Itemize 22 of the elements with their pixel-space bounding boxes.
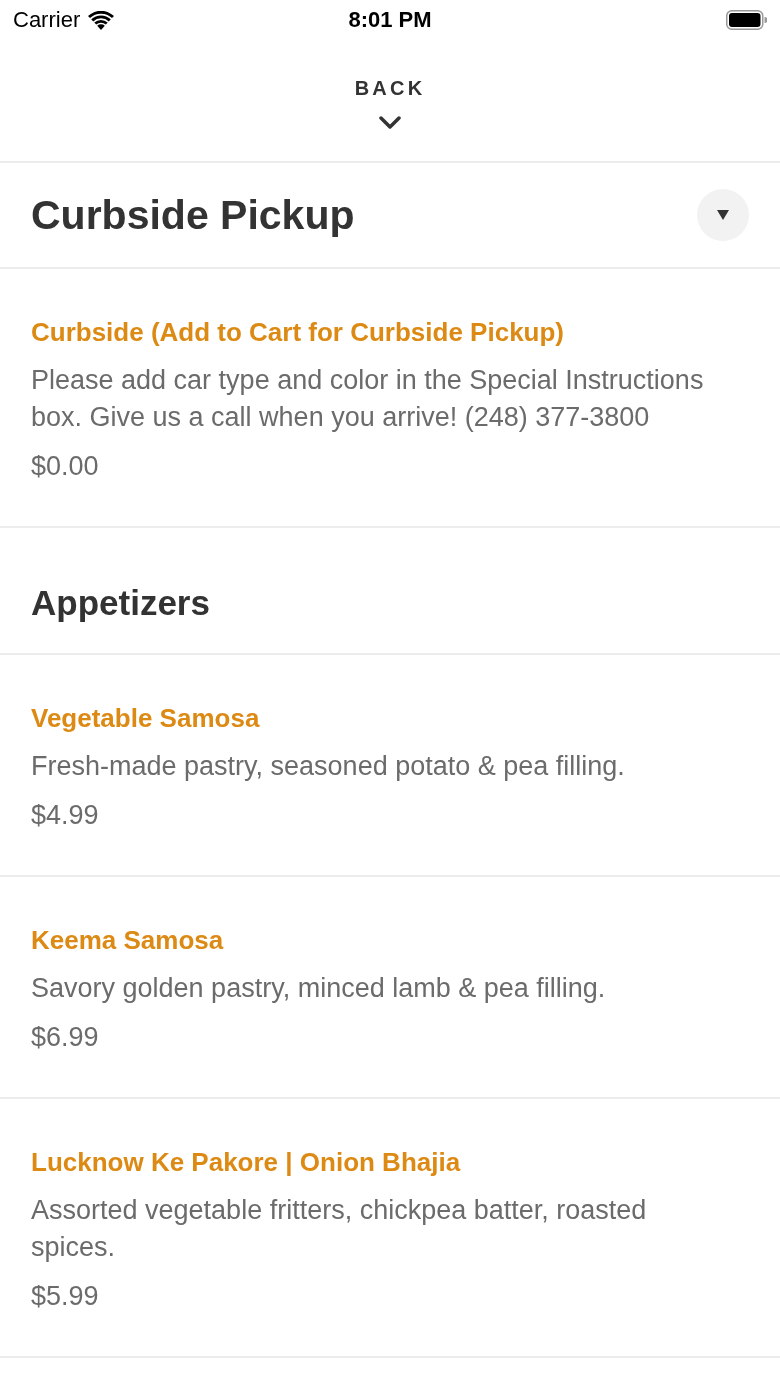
section-title: Curbside Pickup <box>31 191 355 239</box>
chevron-down-icon <box>379 116 401 130</box>
item-price: $6.99 <box>31 1021 100 1054</box>
item-price: $5.99 <box>31 1280 100 1313</box>
triangle-down-icon <box>717 210 729 220</box>
item-name[interactable]: Keema Samosa <box>31 922 721 958</box>
item-name[interactable]: Vegetable Samosa <box>31 700 721 736</box>
item-description: Savory golden pastry, minced lamb & pea filling. <box>31 972 607 1005</box>
back-button[interactable]: BACK <box>354 76 426 130</box>
item-description: Please add car type and color in the Special Instructions box. Give us a call when you arrive! (248) 377-3800 <box>31 364 705 434</box>
carrier-label: Carrier <box>13 7 81 33</box>
dropdown-toggle-button[interactable] <box>697 189 749 241</box>
item-price: $4.99 <box>31 799 100 832</box>
battery-icon <box>726 10 767 30</box>
item-name[interactable]: Curbside (Add to Cart for Curbside Pickup) <box>31 314 721 350</box>
status-time: 8:01 PM <box>348 7 432 33</box>
item-price: $0.00 <box>31 450 100 483</box>
item-description: Assorted vegetable fritters, chickpea batter, roasted spices. <box>31 1194 648 1264</box>
item-description: Fresh-made pastry, seasoned potato & pea filling. <box>31 750 626 783</box>
wifi-signal-icon <box>88 10 115 30</box>
item-name[interactable]: Lucknow Ke Pakore | Onion Bhajia <box>31 1144 721 1180</box>
section-heading: Appetizers <box>31 583 211 623</box>
